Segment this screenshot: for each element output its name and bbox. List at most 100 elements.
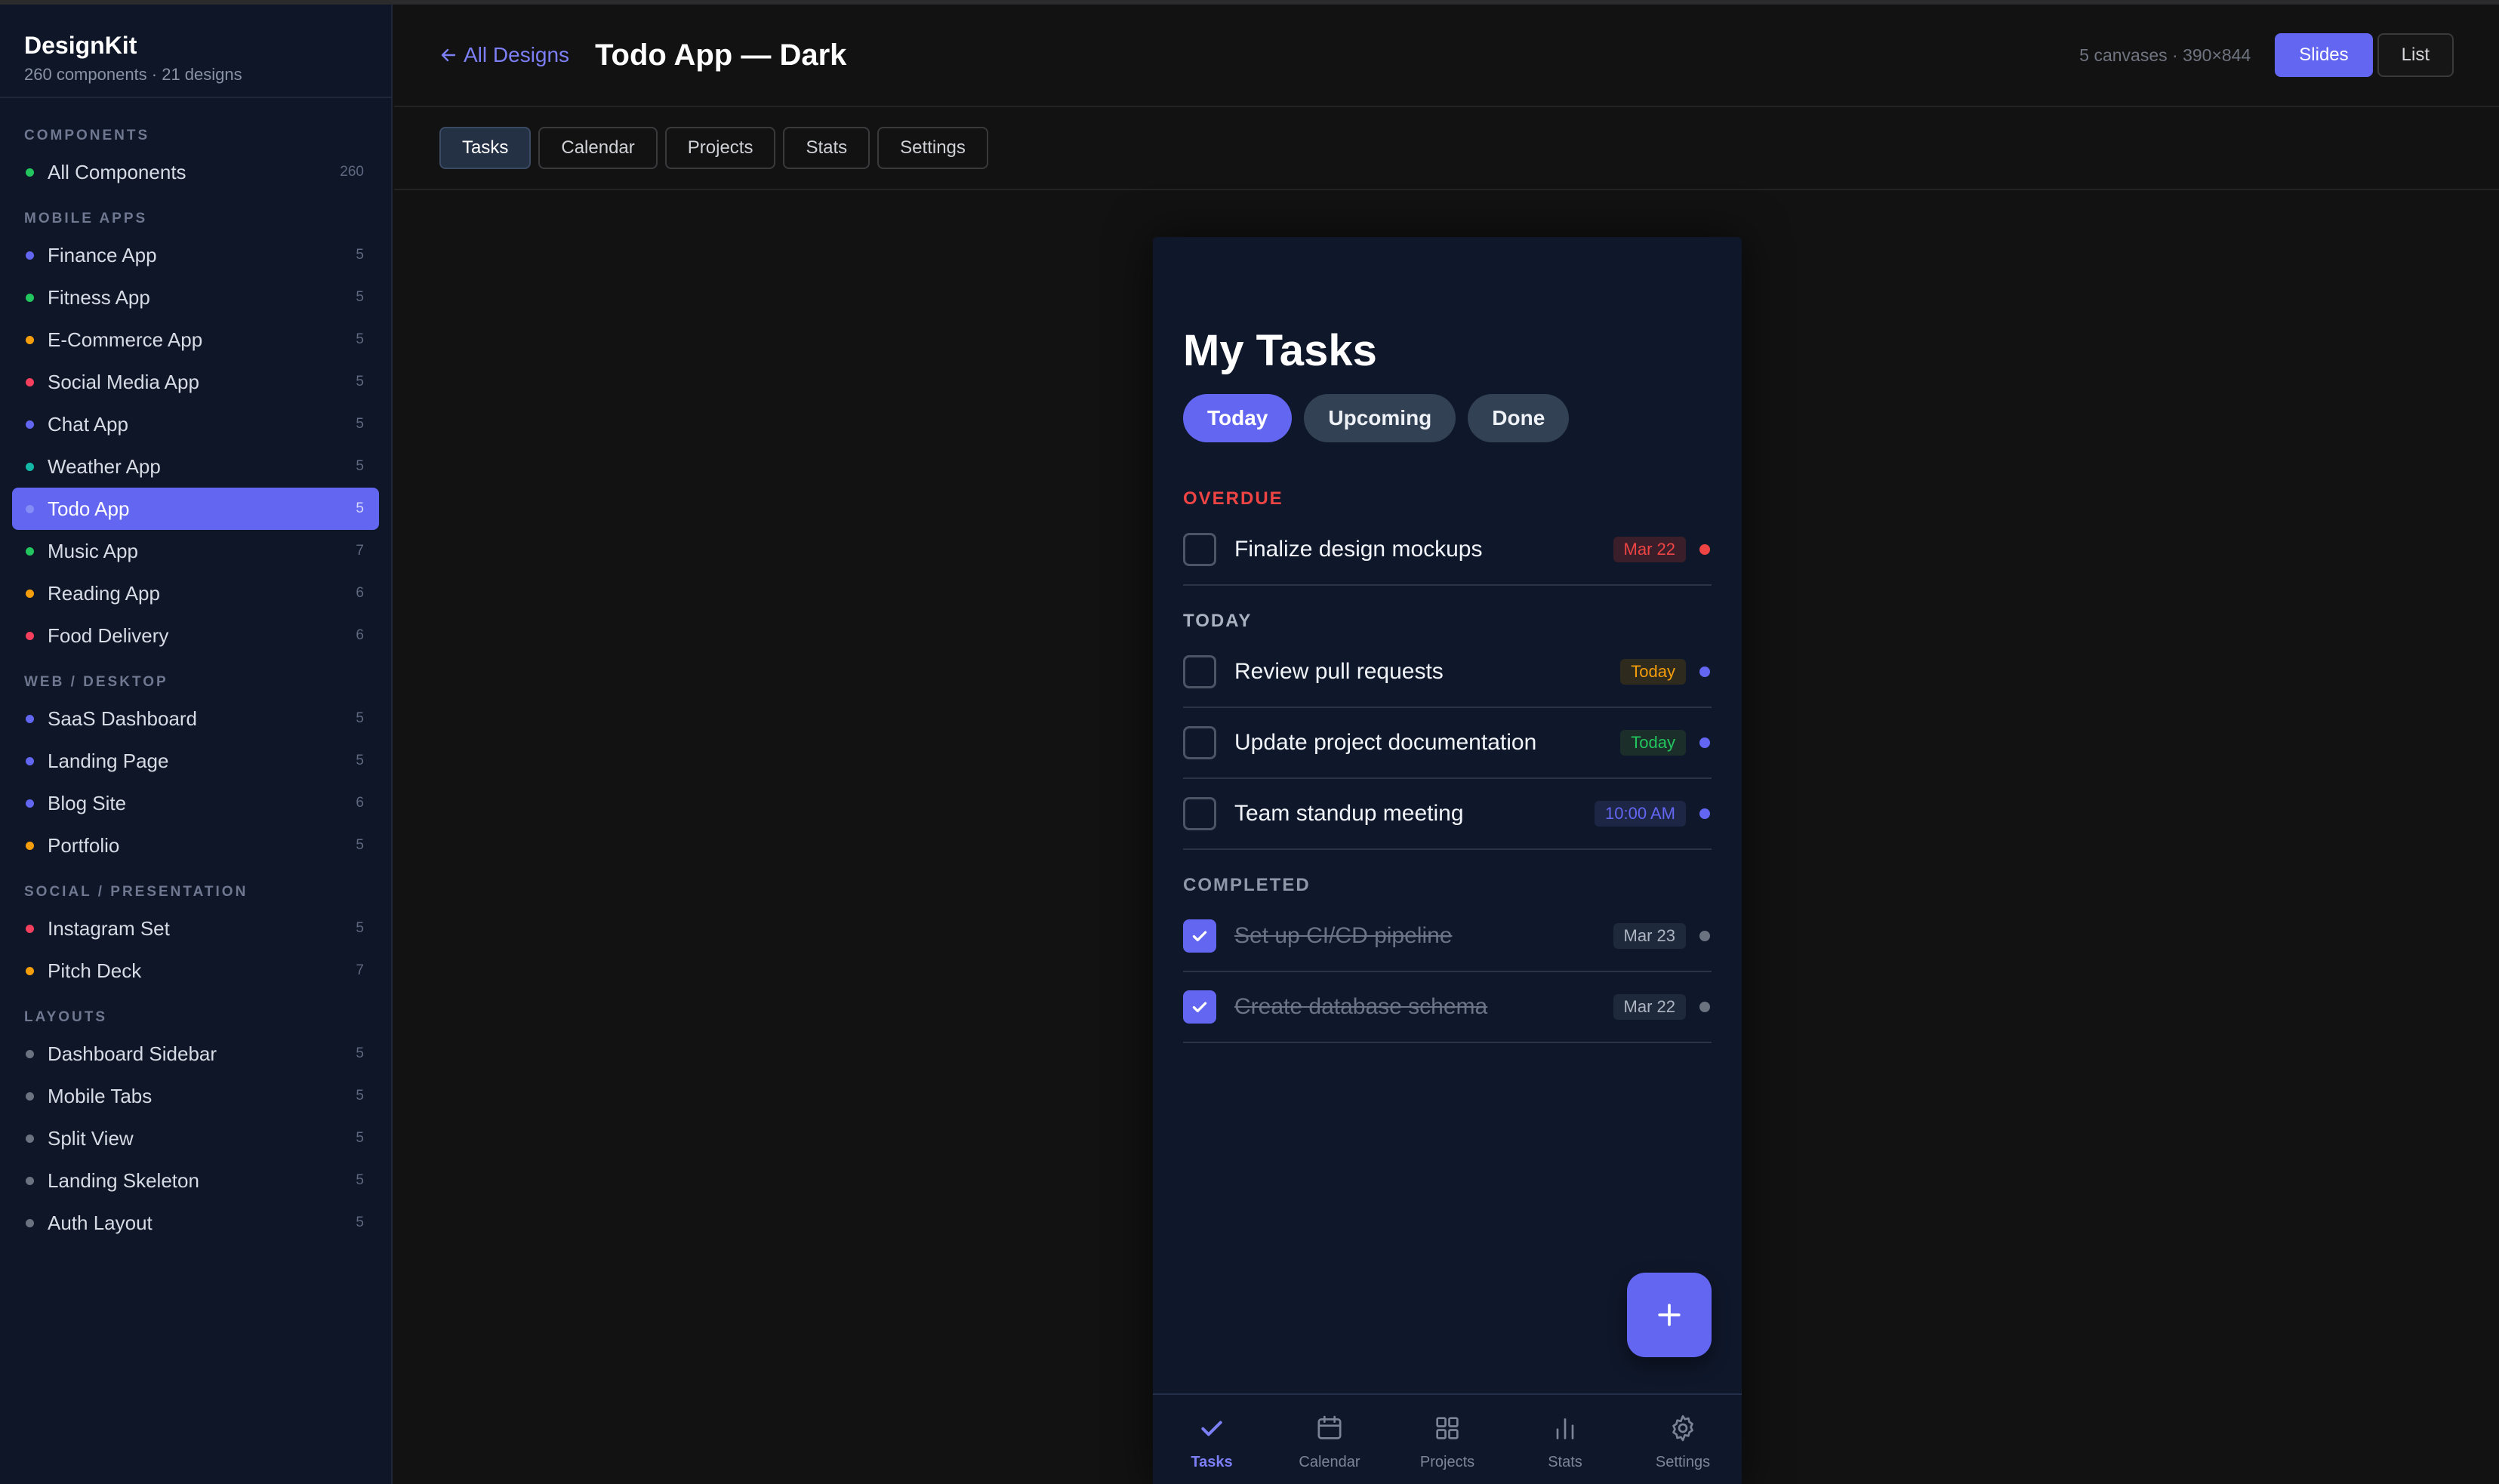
task-title: Review pull requests (1234, 659, 1444, 684)
sidebar-item-saas-dashboard[interactable]: SaaS Dashboard 5 (12, 697, 379, 740)
task-checkbox[interactable] (1183, 990, 1216, 1024)
list-button[interactable]: List (2377, 33, 2454, 77)
sidebar-item-label: Chat App (48, 412, 128, 436)
task-row[interactable]: Update project documentation Today (1183, 708, 1712, 779)
bottom-nav-calendar[interactable]: Calendar (1271, 1395, 1388, 1484)
sidebar-item-pitch-deck[interactable]: Pitch Deck 7 (12, 950, 379, 992)
filter-upcoming[interactable]: Upcoming (1304, 394, 1456, 442)
sidebar-item-label: Split View (48, 1126, 134, 1150)
sidebar-item-fitness-app[interactable]: Fitness App 5 (12, 276, 379, 319)
sidebar-item-mobile-tabs[interactable]: Mobile Tabs 5 (12, 1075, 379, 1117)
sidebar-item-landing-page[interactable]: Landing Page 5 (12, 740, 379, 782)
category-dot (26, 1176, 34, 1185)
sidebar-item-food-delivery[interactable]: Food Delivery 6 (12, 614, 379, 657)
sidebar-item-finance-app[interactable]: Finance App 5 (12, 234, 379, 276)
category-dot (26, 504, 34, 513)
task-row[interactable]: Create database schema Mar 22 (1183, 972, 1712, 1043)
due-badge: 10:00 AM (1595, 801, 1686, 827)
task-checkbox[interactable] (1183, 655, 1216, 688)
sidebar-item-count: 7 (356, 543, 364, 559)
sidebar-item-e-commerce-app[interactable]: E-Commerce App 5 (12, 319, 379, 361)
due-badge: Mar 22 (1613, 537, 1686, 562)
bar-chart-icon (1548, 1412, 1582, 1445)
check-icon (1195, 1412, 1228, 1445)
sidebar-item-count: 5 (356, 458, 364, 474)
slides-button[interactable]: Slides (2275, 33, 2373, 77)
priority-dot (1699, 1002, 1710, 1012)
filter-today[interactable]: Today (1183, 394, 1293, 442)
task-checkbox[interactable] (1183, 533, 1216, 566)
task-row[interactable]: Set up CI/CD pipeline Mar 23 (1183, 901, 1712, 972)
plus-icon (1658, 1304, 1681, 1326)
tab-stats[interactable]: Stats (783, 127, 870, 169)
sidebar-item-dashboard-sidebar[interactable]: Dashboard Sidebar 5 (12, 1033, 379, 1075)
sidebar-item-label: Instagram Set (48, 916, 170, 940)
bottom-nav-stats[interactable]: Stats (1506, 1395, 1624, 1484)
tab-settings[interactable]: Settings (877, 127, 988, 169)
sidebar-item-instagram-set[interactable]: Instagram Set 5 (12, 907, 379, 950)
bottom-nav-projects[interactable]: Projects (1388, 1395, 1506, 1484)
sidebar-item-label: Todo App (48, 497, 130, 520)
category-dot (26, 756, 34, 765)
category-dot (26, 714, 34, 723)
sidebar-item-label: Dashboard Sidebar (48, 1042, 217, 1065)
sidebar-item-label: E-Commerce App (48, 328, 203, 351)
task-row[interactable]: Finalize design mockups Mar 22 (1183, 515, 1712, 586)
sidebar-item-count: 5 (356, 1045, 364, 1061)
category-dot (26, 589, 34, 598)
tab-tasks[interactable]: Tasks (439, 127, 532, 169)
sidebar-item-count: 5 (356, 247, 364, 263)
bottom-nav-settings[interactable]: Settings (1624, 1395, 1742, 1484)
sidebar-item-split-view[interactable]: Split View 5 (12, 1117, 379, 1159)
sidebar-item-todo-app[interactable]: Todo App 5 (12, 488, 379, 530)
arrow-left-icon (441, 48, 456, 62)
sidebar-item-label: Social Media App (48, 370, 199, 393)
bottom-nav-label: Calendar (1299, 1454, 1360, 1470)
bottom-nav-tasks[interactable]: Tasks (1153, 1395, 1271, 1484)
bottom-nav: Tasks Calendar Projects Stats Settings (1153, 1393, 1742, 1484)
brand-name: DesignKit (24, 32, 137, 59)
sidebar-item-auth-layout[interactable]: Auth Layout 5 (12, 1202, 379, 1244)
sidebar-item-music-app[interactable]: Music App 7 (12, 530, 379, 572)
task-checkbox[interactable] (1183, 919, 1216, 953)
priority-dot (1699, 737, 1710, 748)
priority-dot (1699, 808, 1710, 819)
nav-group-label: SOCIAL / PRESENTATION (24, 884, 248, 900)
add-task-button[interactable] (1627, 1273, 1712, 1357)
sidebar-item-chat-app[interactable]: Chat App 5 (12, 403, 379, 445)
task-row[interactable]: Team standup meeting 10:00 AM (1183, 779, 1712, 850)
sidebar-item-landing-skeleton[interactable]: Landing Skeleton 5 (12, 1159, 379, 1202)
sidebar-item-count: 5 (356, 753, 364, 768)
sidebar-item-blog-site[interactable]: Blog Site 6 (12, 782, 379, 824)
category-dot (26, 966, 34, 975)
task-row[interactable]: Review pull requests Today (1183, 637, 1712, 708)
sidebar-item-social-media-app[interactable]: Social Media App 5 (12, 361, 379, 403)
sidebar-item-count: 5 (356, 1215, 364, 1230)
sidebar-item-count: 5 (356, 416, 364, 432)
due-badge: Today (1620, 730, 1686, 756)
sidebar-item-count: 5 (356, 374, 364, 389)
category-dot (26, 1218, 34, 1227)
sidebar-item-count: 5 (356, 1130, 364, 1146)
sidebar-item-reading-app[interactable]: Reading App 6 (12, 572, 379, 614)
task-checkbox[interactable] (1183, 797, 1216, 830)
sidebar-item-all-components[interactable]: All Components 260 (12, 151, 379, 193)
sidebar-item-weather-app[interactable]: Weather App 5 (12, 445, 379, 488)
tab-projects[interactable]: Projects (664, 127, 776, 169)
brand: DesignKit 260 components · 21 designs (0, 5, 391, 98)
filter-done[interactable]: Done (1468, 394, 1570, 442)
tab-calendar[interactable]: Calendar (538, 127, 658, 169)
sidebar-item-portfolio[interactable]: Portfolio 5 (12, 824, 379, 867)
category-dot (26, 799, 34, 808)
category-dot (26, 546, 34, 556)
sidebar-item-count: 5 (356, 710, 364, 726)
priority-dot (1699, 667, 1710, 677)
gear-icon (1666, 1412, 1699, 1445)
back-link[interactable]: All Designs (439, 43, 569, 67)
category-dot (26, 924, 34, 933)
grid-icon (1431, 1412, 1464, 1445)
due-badge: Today (1620, 659, 1686, 685)
task-checkbox[interactable] (1183, 726, 1216, 759)
sidebar: DesignKit 260 components · 21 designs CO… (0, 5, 393, 1484)
filter-pills: Today Upcoming Done (1183, 394, 1712, 442)
